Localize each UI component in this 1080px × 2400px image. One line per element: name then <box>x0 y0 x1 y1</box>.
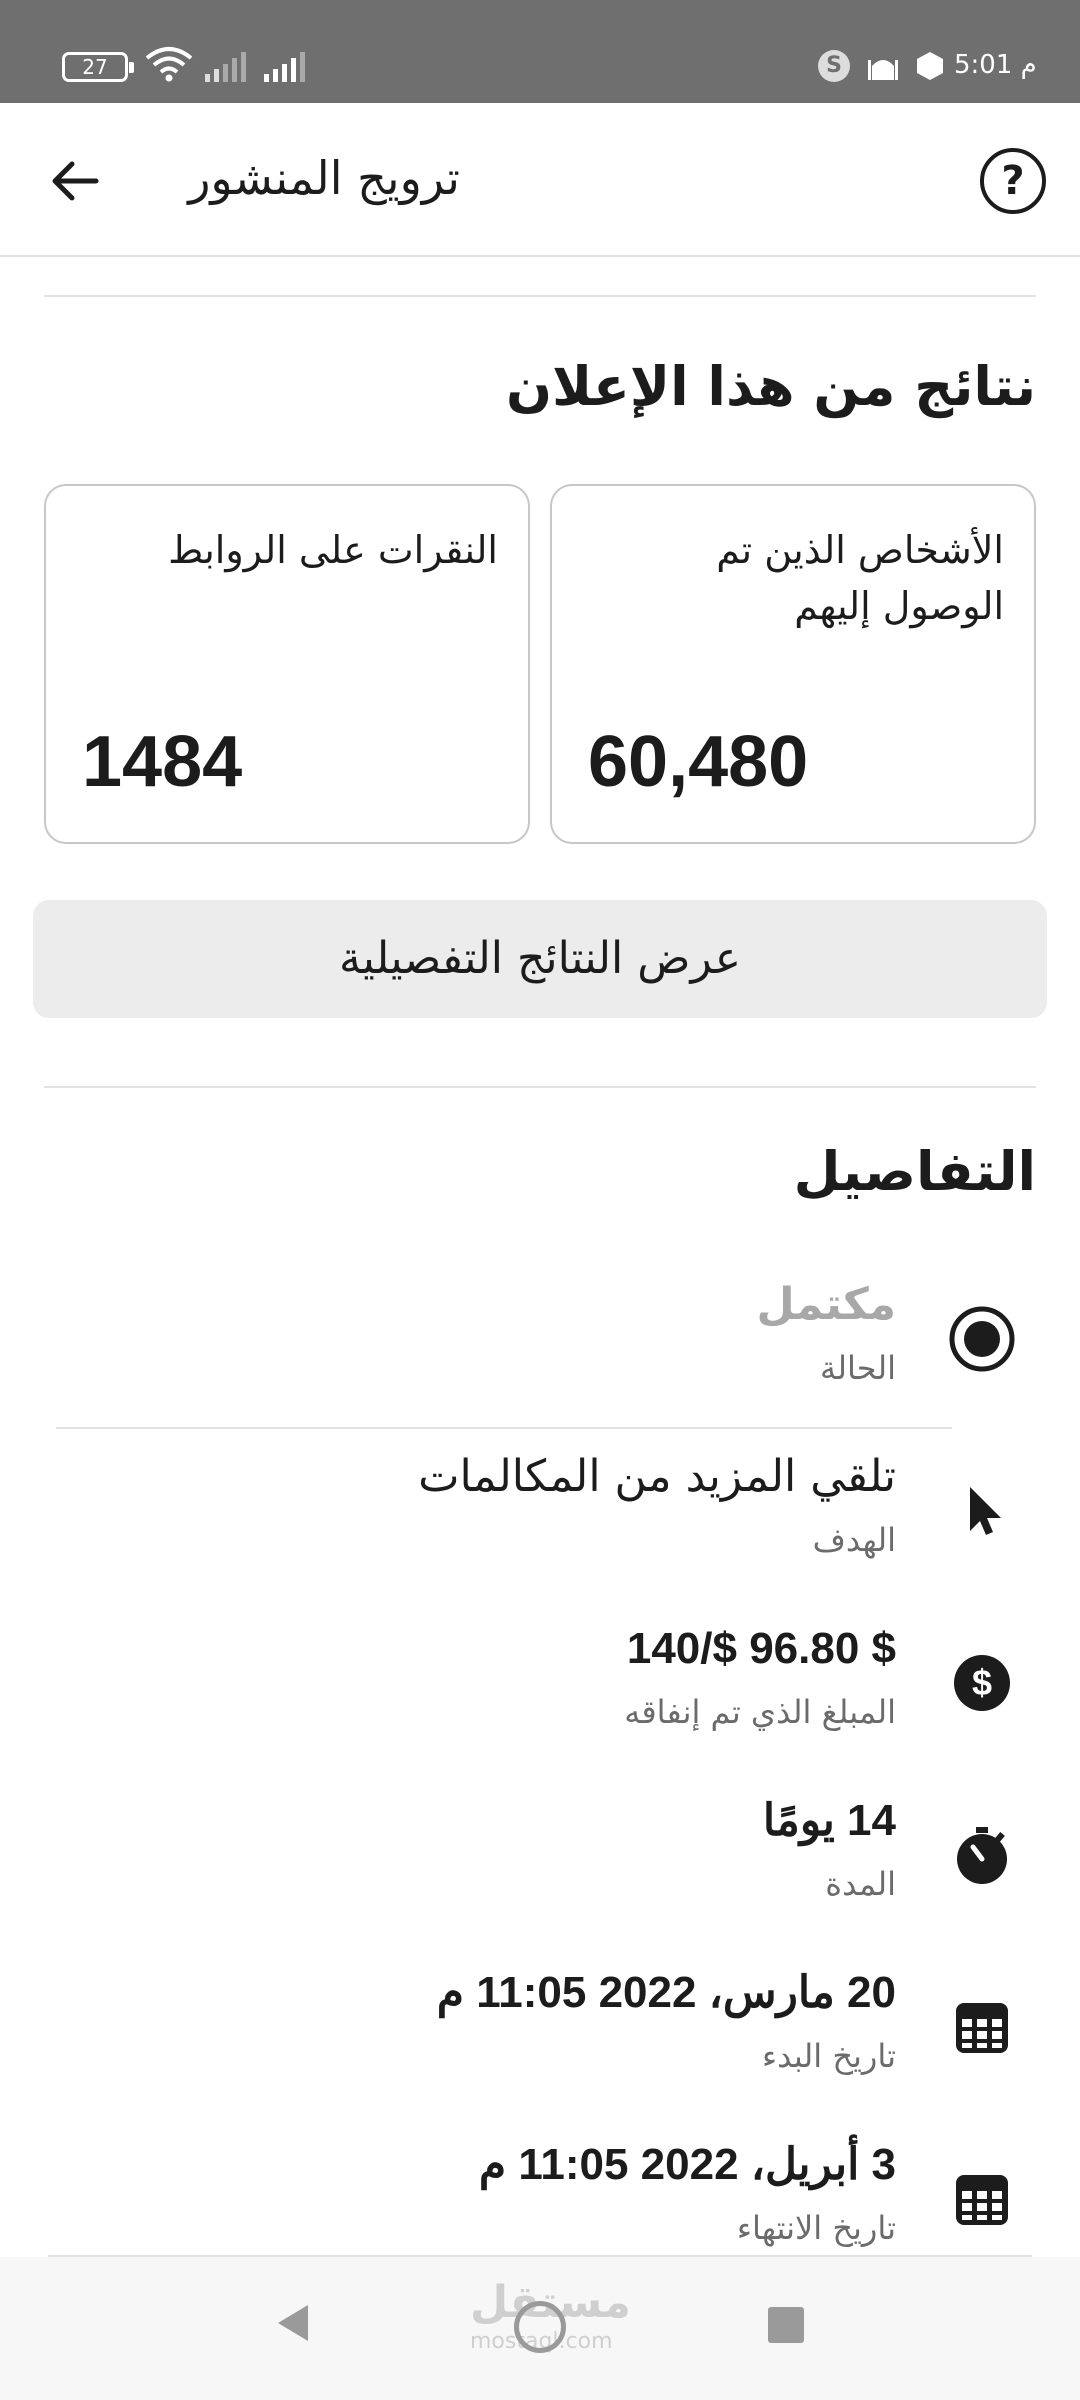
details-title: التفاصيل <box>793 1140 1036 1203</box>
back-arrow-icon[interactable] <box>46 151 106 211</box>
status-row: مكتمل الحالة <box>44 1257 1036 1429</box>
mosque-icon <box>868 60 898 80</box>
status-label: الحالة <box>820 1349 896 1387</box>
duration-label: المدة <box>825 1865 896 1903</box>
clicks-label: النقرات على الروابط <box>168 528 498 572</box>
status-bar: 27 S 5:01 م <box>0 0 1080 103</box>
battery-icon: 27 <box>62 52 134 82</box>
amount-spent-row: $ 96.80 $/140 المبلغ الذي تم إنفاقه $ <box>44 1601 1036 1771</box>
radio-status-icon <box>949 1306 1015 1372</box>
status-value: مكتمل <box>756 1279 896 1330</box>
calendar-icon <box>956 2175 1008 2225</box>
wifi-icon <box>145 47 193 82</box>
stopwatch-icon <box>957 1827 1007 1884</box>
signal-icon <box>264 52 305 82</box>
divider <box>44 295 1036 297</box>
results-title: نتائج من هذا الإعلان <box>505 355 1036 418</box>
calendar-icon <box>956 2003 1008 2053</box>
duration-row: 14 يومًا المدة <box>44 1773 1036 1943</box>
amount-spent-label: المبلغ الذي تم إنفاقه <box>624 1693 896 1731</box>
help-icon[interactable]: ? <box>980 148 1046 214</box>
objective-row: تلقي المزيد من المكالمات الهدف <box>44 1429 1036 1599</box>
reach-value: 60,480 <box>588 722 809 802</box>
reach-card: الأشخاص الذين تم الوصول إليهم 60,480 <box>550 484 1036 844</box>
start-date-label: تاريخ البدء <box>762 2037 896 2075</box>
battery-level: 27 <box>82 55 108 79</box>
signal-icon <box>205 52 246 82</box>
skype-letter: S <box>826 53 842 78</box>
objective-value: تلقي المزيد من المكالمات <box>418 1451 896 1502</box>
help-symbol: ? <box>1001 158 1025 204</box>
duration-value: 14 يومًا <box>762 1796 896 1845</box>
clicks-card: النقرات على الروابط 1484 <box>44 484 530 844</box>
start-date-value: 20 مارس، 2022 11:05 م <box>436 1968 896 2017</box>
app-bar: ? ترويج المنشور <box>0 103 1080 257</box>
content: نتائج من هذا الإعلان الأشخاص الذين تم ال… <box>0 257 1080 2257</box>
svg-text:$: $ <box>972 1662 992 1703</box>
skype-icon: S <box>818 50 850 82</box>
cursor-icon <box>970 1487 1001 1535</box>
clock: 5:01 م <box>954 50 1037 80</box>
clicks-value: 1484 <box>82 722 243 802</box>
dollar-icon: $ <box>954 1655 1010 1711</box>
divider <box>44 1086 1036 1088</box>
objective-label: الهدف <box>812 1521 896 1559</box>
end-date-label: تاريخ الانتهاء <box>736 2209 896 2247</box>
navigation-bar: مستقل mostaql.com <box>0 2257 1080 2400</box>
nav-back-icon[interactable] <box>272 2301 312 2345</box>
amount-spent-value: $ 96.80 $/140 <box>626 1624 896 1673</box>
page-title: ترويج المنشور <box>188 151 460 205</box>
end-date-value: 3 أبريل، 2022 11:05 م <box>478 2140 896 2189</box>
reach-label: الأشخاص الذين تم الوصول إليهم <box>716 528 1004 628</box>
nav-home-icon[interactable] <box>514 2301 566 2353</box>
nav-recent-icon[interactable] <box>768 2307 804 2343</box>
view-detailed-results-button[interactable]: عرض النتائج التفصيلية <box>33 900 1047 1018</box>
hexagon-icon <box>917 52 943 80</box>
start-date-row: 20 مارس، 2022 11:05 م تاريخ البدء <box>44 1945 1036 2115</box>
